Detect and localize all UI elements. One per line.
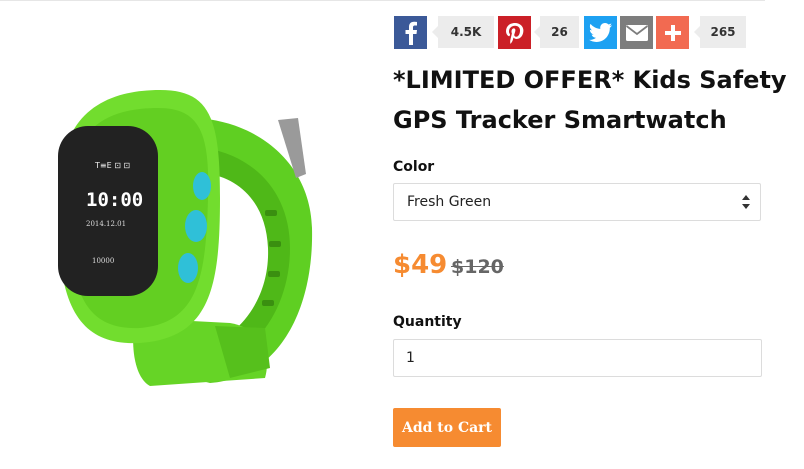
more-share-count: 265	[694, 16, 746, 48]
color-select-value: Fresh Green	[407, 194, 492, 210]
quantity-label: Quantity	[393, 314, 462, 330]
watch-date-text: 2014.12.01	[86, 220, 126, 228]
watch-time-text: 10:00	[86, 189, 143, 211]
compare-price: $120	[451, 256, 504, 278]
add-to-cart-button[interactable]: Add to Cart	[393, 408, 501, 447]
quantity-input[interactable]	[393, 339, 762, 377]
twitter-share-button[interactable]	[584, 16, 617, 49]
sale-price: $49	[393, 250, 448, 280]
pinterest-icon	[505, 22, 523, 44]
facebook-share-button[interactable]	[394, 16, 427, 49]
color-select[interactable]: Fresh Green	[393, 183, 761, 221]
facebook-icon	[405, 21, 417, 45]
facebook-share-count: 4.5K	[432, 16, 494, 48]
more-share-button[interactable]	[656, 16, 689, 49]
product-title: *LIMITED OFFER* Kids Safety GPS Tracker …	[393, 66, 787, 134]
top-divider	[0, 0, 765, 1]
select-arrows-icon	[742, 195, 750, 209]
pinterest-share-button[interactable]	[498, 16, 531, 49]
color-label: Color	[393, 159, 435, 175]
product-image: T≡E ⊡ ⊡ 10:00 2014.12.01 10000	[58, 90, 313, 386]
email-icon	[625, 24, 648, 41]
pinterest-share-count: 26	[534, 16, 579, 48]
plus-icon	[664, 24, 681, 41]
twitter-icon	[588, 22, 612, 42]
watch-status-text: T≡E ⊡ ⊡	[94, 161, 130, 170]
watch-steps-text: 10000	[92, 257, 114, 265]
email-share-button[interactable]	[620, 16, 653, 49]
